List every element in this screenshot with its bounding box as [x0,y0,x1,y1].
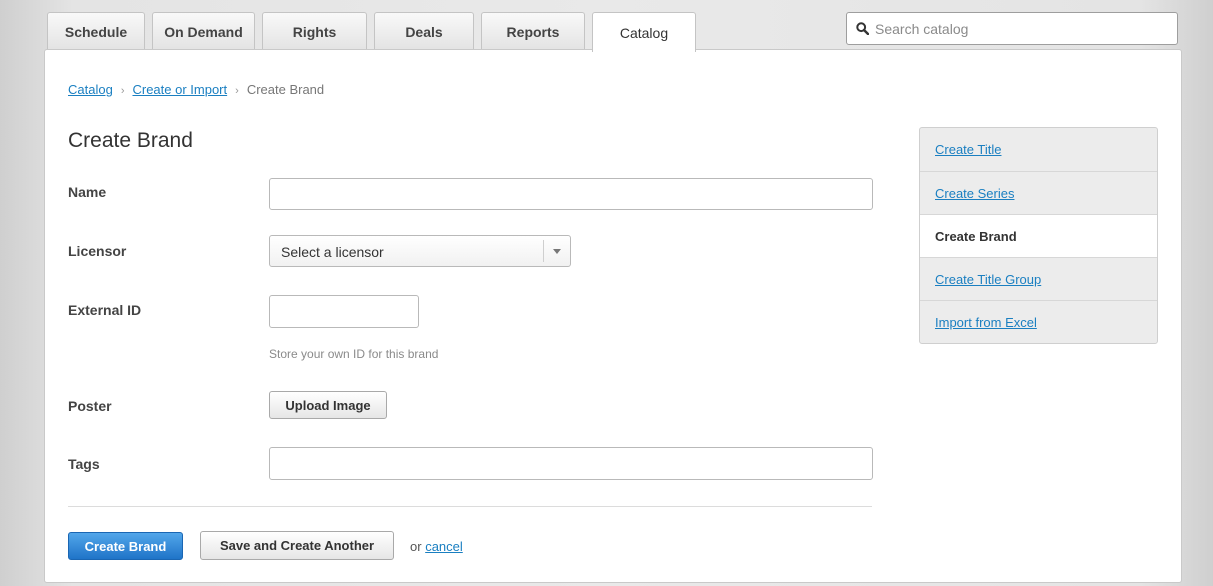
poster-label: Poster [68,398,112,414]
sidebar-item-label: Create Brand [935,228,1017,244]
cancel-link[interactable]: cancel [425,539,463,554]
sidebar-item-create-title[interactable]: Create Title [920,128,1157,171]
breadcrumb: Catalog › Create or Import › Create Brand [68,82,324,97]
sidebar-item-create-series[interactable]: Create Series [920,171,1157,214]
search-icon [856,22,869,35]
tab-rights[interactable]: Rights [262,12,367,50]
licensor-selected-value: Select a licensor [281,244,384,260]
breadcrumb-catalog-link[interactable]: Catalog [68,82,113,97]
tab-label: Rights [292,23,337,40]
name-field[interactable] [269,178,873,210]
sidebar-item-label[interactable]: Create Series [935,186,1014,201]
external-id-field[interactable] [269,295,419,328]
cancel-text: or cancel [410,539,463,554]
tab-label: Deals [405,23,443,40]
sidebar-item-import-from-excel[interactable]: Import from Excel [920,300,1157,343]
licensor-select[interactable]: Select a licensor [269,235,571,267]
tab-label: On Demand [164,23,243,40]
select-divider [543,240,544,262]
form-divider [68,506,872,507]
page-title: Create Brand [68,129,193,152]
or-label: or [410,539,422,554]
tab-catalog[interactable]: Catalog [592,12,696,52]
breadcrumb-current: Create Brand [246,82,325,97]
upload-image-button[interactable]: Upload Image [269,391,387,419]
sidebar-item-label[interactable]: Import from Excel [935,315,1037,330]
sidebar-item-label[interactable]: Create Title Group [935,272,1041,287]
search-input[interactable] [875,20,1165,37]
breadcrumb-separator: › [235,85,239,97]
breadcrumb-separator: › [120,85,125,97]
create-sidebar-nav: Create Title Create Series Create Brand … [919,127,1158,344]
main-panel: Catalog › Create or Import › Create Brand Cr… [44,49,1182,583]
external-id-label: External ID [68,302,142,318]
tab-on-demand[interactable]: On Demand [152,12,255,50]
chevron-down-icon [553,249,561,254]
search-box [846,12,1178,45]
tab-deals[interactable]: Deals [374,12,474,50]
save-and-create-another-button[interactable]: Save and Create Another [200,531,394,560]
licensor-label: Licensor [68,243,127,259]
tab-label: Reports [506,23,560,40]
breadcrumb-create-or-import-link[interactable]: Create or Import [132,82,227,97]
tags-field[interactable] [269,447,873,480]
sidebar-item-label[interactable]: Create Title [935,142,1001,157]
tags-label: Tags [68,456,100,472]
create-brand-button[interactable]: Create Brand [68,532,183,560]
tab-label: Catalog [619,24,669,41]
tab-label: Schedule [64,23,128,40]
tab-schedule[interactable]: Schedule [47,12,145,50]
sidebar-item-create-brand[interactable]: Create Brand [920,214,1157,257]
tab-reports[interactable]: Reports [481,12,585,50]
external-id-help-text: Store your own ID for this brand [269,347,439,361]
name-label: Name [68,184,107,200]
sidebar-item-create-title-group[interactable]: Create Title Group [920,257,1157,300]
